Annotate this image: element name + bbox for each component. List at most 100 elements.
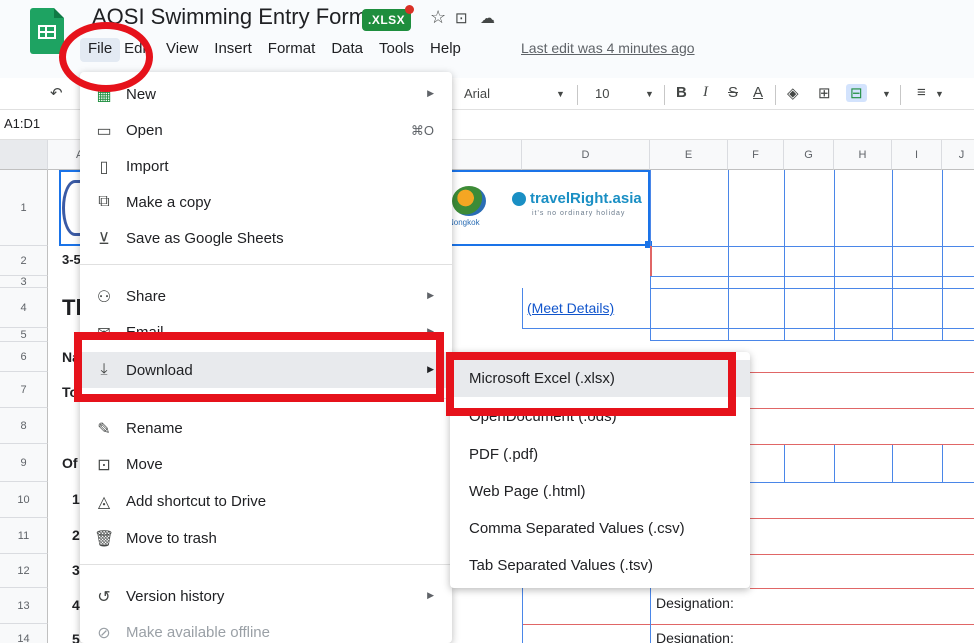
chevron-down-icon[interactable]: ▼ [556, 89, 565, 99]
strikethrough-button[interactable]: S [728, 84, 738, 101]
submenu-arrow-icon: ▶ [427, 290, 434, 300]
history-icon: ↺ [97, 589, 111, 606]
trash-icon: 🗑 [94, 531, 115, 548]
cell-a12[interactable]: 3 [72, 562, 80, 578]
column-header-f[interactable]: F [728, 140, 784, 170]
cell-a10[interactable]: 1 [72, 491, 80, 507]
undo-icon[interactable]: ↶ [50, 84, 63, 102]
xlsx-badge: .XLSX [362, 9, 412, 31]
submenu-arrow-icon: ▶ [427, 590, 434, 600]
designation-label-13: Designation: [656, 595, 734, 611]
select-all-corner[interactable] [0, 140, 48, 170]
cell-a14[interactable]: 5 [72, 631, 80, 643]
document-title[interactable]: AOSI Swimming Entry Form [92, 4, 367, 30]
row-header-4[interactable]: 4 [0, 288, 48, 328]
menu-tools[interactable]: Tools [371, 38, 422, 62]
annotation-circle-file-menu [59, 22, 153, 92]
text-color-button[interactable]: A [753, 84, 763, 101]
cell-a13[interactable]: 4 [72, 597, 80, 613]
share-person-icon: ⚇ [96, 289, 112, 306]
menu-view[interactable]: View [158, 38, 206, 62]
google-sheets-logo-icon[interactable] [30, 8, 64, 54]
menu-item-make-a-copy[interactable]: ⧉ Make a copy [80, 184, 452, 220]
borders-icon[interactable]: ⊞ [818, 84, 831, 102]
annotation-box-download [74, 332, 444, 402]
column-header-h[interactable]: H [834, 140, 892, 170]
menu-item-make-available-offline[interactable]: ⊘ Make available offline [80, 614, 452, 643]
row-header-3[interactable]: 3 [0, 276, 48, 288]
move-folder-icon: ⊡ [97, 457, 111, 474]
align-icon[interactable]: ≡ [917, 84, 926, 101]
menu-item-open[interactable]: ▭ Open ⌘O [80, 112, 452, 148]
menu-format[interactable]: Format [260, 38, 324, 62]
cell-a9[interactable]: Of [62, 455, 78, 471]
drive-shortcut-icon: ◬ [97, 494, 111, 511]
menu-item-share[interactable]: ⚇ Share ▶ [80, 278, 452, 314]
download-tsv[interactable]: Tab Separated Values (.tsv) [450, 547, 750, 584]
travelright-logo: travelRight.asia [530, 190, 642, 207]
download-html[interactable]: Web Page (.html) [450, 473, 750, 510]
move-folder-icon[interactable]: ⊡ [455, 9, 468, 27]
italic-button[interactable]: I [703, 84, 708, 101]
chevron-down-icon[interactable]: ▼ [882, 89, 891, 99]
submenu-arrow-icon: ▶ [427, 88, 434, 98]
fill-color-icon[interactable]: ◈ [787, 84, 799, 102]
merge-cells-icon[interactable]: ⊟ [846, 84, 867, 102]
menu-item-rename[interactable]: ✎ Rename [80, 410, 452, 446]
font-family-select[interactable]: Arial [464, 86, 490, 101]
annotation-box-xlsx [446, 352, 736, 416]
row-header-5[interactable]: 5 [0, 328, 48, 342]
chevron-down-icon[interactable]: ▼ [645, 89, 654, 99]
row-header-6[interactable]: 6 [0, 342, 48, 372]
menu-help[interactable]: Help [422, 38, 469, 62]
designation-label-14: Designation: [656, 630, 734, 643]
column-header-e[interactable]: E [650, 140, 728, 170]
meet-details-link[interactable]: (Meet Details) [527, 300, 614, 316]
menu-item-version-history[interactable]: ↺ Version history ▶ [80, 578, 452, 614]
row-header-1[interactable]: 1 [0, 170, 48, 246]
cell-a11[interactable]: 2 [72, 527, 80, 543]
name-box[interactable]: A1:D1 [4, 116, 40, 131]
row-header-10[interactable]: 10 [0, 482, 48, 518]
column-header-j[interactable]: J [942, 140, 974, 170]
open-shortcut: ⌘O [410, 123, 434, 138]
menu-item-move-to-trash[interactable]: 🗑 Move to trash [80, 520, 452, 556]
unsaved-dot-icon [405, 5, 414, 14]
menu-insert[interactable]: Insert [206, 38, 260, 62]
download-csv[interactable]: Comma Separated Values (.csv) [450, 510, 750, 547]
star-icon[interactable]: ☆ [430, 7, 446, 28]
row-header-14[interactable]: 14 [0, 624, 48, 643]
sponsor-logo-left-text: Nongkok [448, 218, 480, 227]
save-icon: ⊻ [98, 231, 110, 248]
travelright-logo-icon [512, 192, 526, 206]
column-header-g[interactable]: G [784, 140, 834, 170]
row-header-11[interactable]: 11 [0, 518, 48, 554]
menu-item-move[interactable]: ⊡ Move [80, 446, 452, 482]
copy-icon: ⧉ [98, 193, 110, 210]
file-icon: ▯ [99, 159, 109, 176]
pencil-icon: ✎ [97, 421, 111, 438]
font-size-select[interactable]: 10 [595, 86, 609, 101]
menu-data[interactable]: Data [323, 38, 371, 62]
travelright-tagline: it's no ordinary holiday [532, 210, 626, 217]
cell-a2[interactable]: 3-5 [62, 252, 81, 267]
sponsor-globe-logo [452, 186, 486, 216]
menu-item-save-as-google-sheets[interactable]: ⊻ Save as Google Sheets [80, 220, 452, 256]
menu-item-import[interactable]: ▯ Import [80, 148, 452, 184]
download-pdf[interactable]: PDF (.pdf) [450, 436, 750, 473]
row-header-7[interactable]: 7 [0, 372, 48, 408]
menu-item-add-shortcut-to-drive[interactable]: ◬ Add shortcut to Drive [80, 483, 452, 519]
last-edit-link[interactable]: Last edit was 4 minutes ago [521, 40, 695, 56]
bold-button[interactable]: B [676, 84, 687, 101]
folder-icon: ▭ [96, 123, 112, 140]
row-header-12[interactable]: 12 [0, 554, 48, 588]
row-header-9[interactable]: 9 [0, 444, 48, 482]
chevron-down-icon[interactable]: ▼ [935, 89, 944, 99]
offline-icon: ⊘ [97, 625, 111, 642]
column-header-i[interactable]: I [892, 140, 942, 170]
column-header-d[interactable]: D [522, 140, 650, 170]
cloud-status-icon[interactable]: ☁ [480, 9, 495, 27]
row-header-13[interactable]: 13 [0, 588, 48, 624]
row-header-2[interactable]: 2 [0, 246, 48, 276]
row-header-8[interactable]: 8 [0, 408, 48, 444]
